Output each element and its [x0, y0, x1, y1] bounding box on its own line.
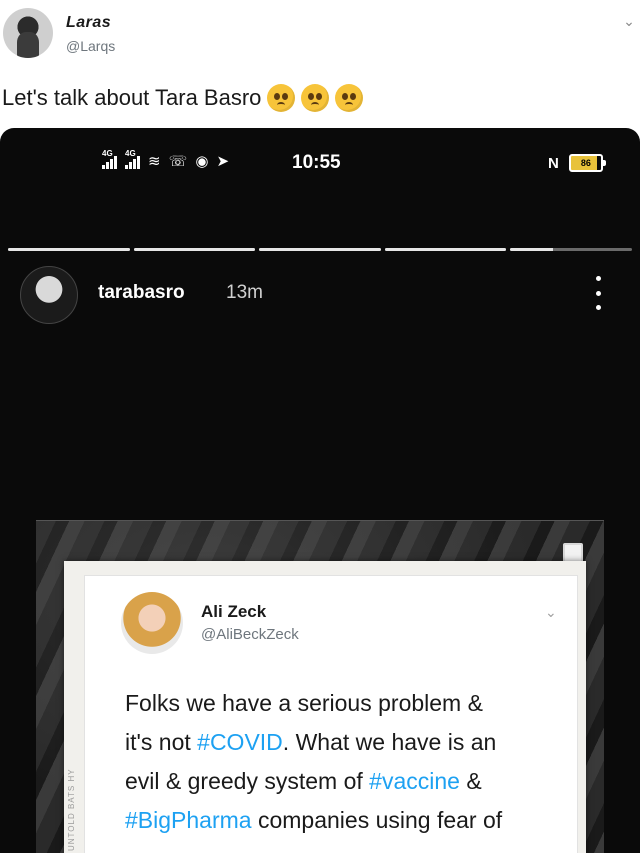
battery-icon: 86 — [568, 154, 606, 172]
story-progress-segment — [384, 248, 507, 251]
wifi-icon: ≋ — [148, 153, 161, 170]
story-username[interactable]: tarabasro — [98, 282, 185, 304]
twitter-bird-icon: ➤ — [216, 153, 230, 170]
embedded-screenshot[interactable]: 4G 4G ≋ ☏ ◉ ➤ 10:55 N 86 tarabasro 13m U… — [0, 128, 640, 853]
more-options-icon[interactable] — [590, 276, 606, 310]
chevron-down-icon: ⌄ — [545, 604, 557, 620]
tweet-line: Folks we have a serious problem & — [125, 684, 573, 723]
whatsapp-icon: ☏ — [168, 153, 188, 170]
status-icons: 4G 4G ≋ ☏ ◉ ➤ — [102, 149, 230, 170]
nfc-icon: N — [548, 154, 559, 172]
shared-post[interactable]: UNTOLD BATS HY Ali Zeck @AliBeckZeck ⌄ F… — [36, 520, 604, 853]
author-handle[interactable]: @Larqs — [66, 38, 115, 54]
tweet-text-segment: evil & greedy system of — [125, 768, 370, 794]
hashtag-link[interactable]: #vaccine — [369, 768, 460, 794]
story-progress-segment — [510, 248, 632, 251]
story-progress-segment — [8, 248, 130, 251]
status-time: 10:55 — [292, 152, 341, 173]
tweet-text: Let's talk about Tara Basro — [2, 84, 364, 112]
story-timestamp: 13m — [226, 282, 263, 303]
hashtag-link[interactable]: #BigPharma — [125, 807, 252, 833]
network-label: 4G — [125, 149, 136, 158]
inner-author-handle: @AliBeckZeck — [201, 626, 299, 643]
pleading-face-emoji-icon — [301, 84, 330, 112]
inner-author-name: Ali Zeck — [201, 602, 267, 621]
inner-tweet-body: Folks we have a serious problem & it's no… — [125, 684, 573, 840]
shared-paper: UNTOLD BATS HY Ali Zeck @AliBeckZeck ⌄ F… — [64, 561, 586, 853]
tweet-body: Let's talk about Tara Basro — [2, 85, 262, 110]
signal-icon: 4G — [102, 149, 117, 169]
pleading-face-emoji-icon — [335, 84, 364, 112]
signal-icon: 4G — [125, 149, 140, 169]
tweet-text-segment: it's not — [125, 729, 198, 755]
status-right: N 86 — [548, 154, 606, 172]
tweet-text-segment: Folks we have a serious problem & — [125, 690, 483, 716]
tweet-line: evil & greedy system of #vaccine & — [125, 762, 573, 801]
inner-avatar — [121, 592, 183, 654]
inner-tweet-card: Ali Zeck @AliBeckZeck ⌄ Folks we have a … — [84, 575, 578, 853]
network-label: 4G — [102, 149, 113, 158]
story-progress-segment — [133, 248, 256, 251]
status-bar: 4G 4G ≋ ☏ ◉ ➤ 10:55 N 86 — [0, 149, 640, 180]
chevron-down-icon[interactable]: ⌄ — [622, 14, 636, 28]
pleading-face-emoji-icon — [267, 84, 296, 112]
tweet-text-segment: companies using fear of — [251, 807, 503, 833]
tweet-header: Laras @Larqs ⌄ — [0, 0, 640, 70]
side-watermark: UNTOLD BATS HY — [67, 768, 76, 851]
avatar[interactable] — [3, 8, 53, 58]
wechat-icon: ◉ — [195, 153, 209, 170]
hashtag-link[interactable]: #COVID — [197, 729, 283, 755]
story-progress — [8, 248, 632, 252]
tweet-text-segment: . What we have is an — [282, 729, 497, 755]
tweet-line: it's not #COVID. What we have is an — [125, 723, 573, 762]
story-avatar[interactable] — [20, 266, 78, 324]
tweet-line: #BigPharma companies using fear of — [125, 801, 573, 840]
story-progress-segment — [259, 248, 381, 251]
story-header: tarabasro 13m — [0, 264, 640, 328]
author-name[interactable]: Laras — [66, 14, 111, 32]
checkbox-icon — [563, 543, 583, 563]
tweet-text-segment: & — [459, 768, 482, 794]
